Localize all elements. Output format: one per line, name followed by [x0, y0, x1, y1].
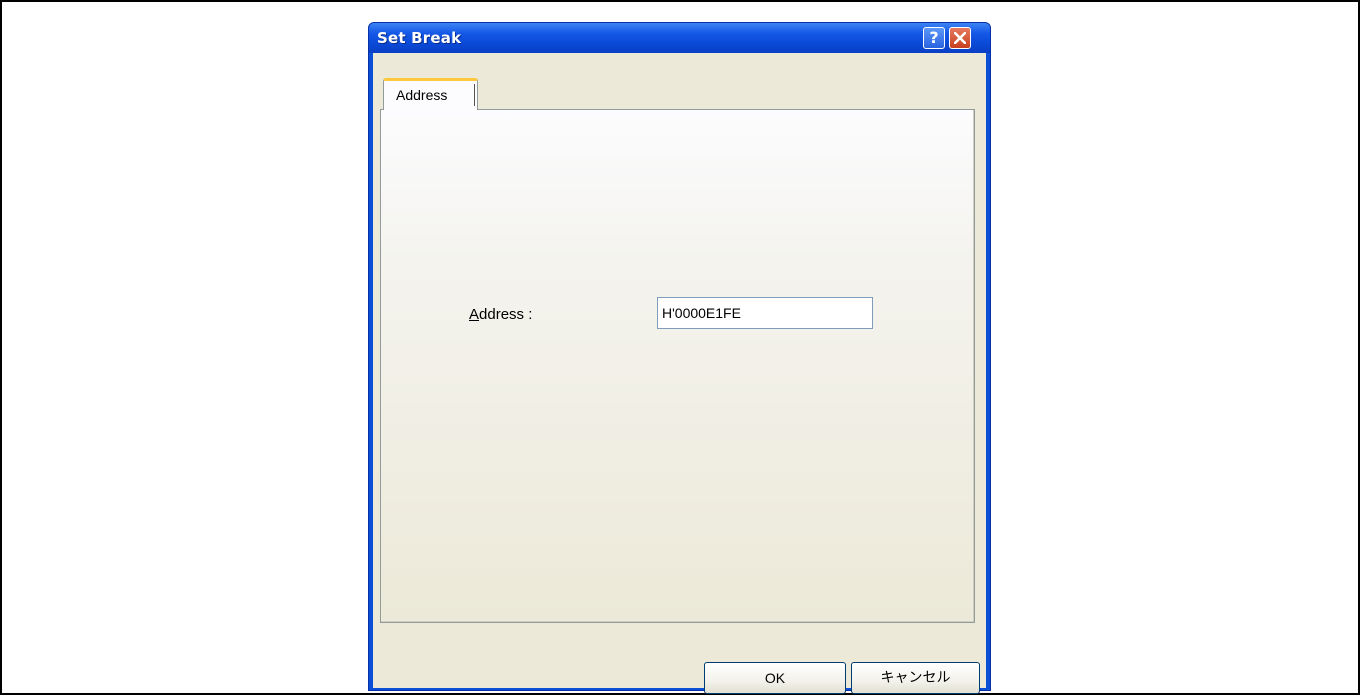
ok-button[interactable]: OK [704, 662, 846, 694]
close-button[interactable] [949, 27, 971, 49]
address-input[interactable] [657, 297, 873, 329]
address-label-hotkey: A [469, 306, 480, 323]
question-mark-icon: ? [929, 28, 939, 47]
address-tab-panel: Address : [380, 109, 975, 623]
tab-address-label: Address [396, 87, 448, 103]
address-label-text: ddress : [479, 306, 533, 323]
help-button[interactable]: ? [923, 27, 945, 49]
dialog-title: Set Break [377, 29, 462, 47]
screenshot-frame: Set Break ? Address Address : OK [0, 0, 1360, 695]
dialog-body: Address Address : OK キャンセル [373, 53, 986, 694]
cancel-button[interactable]: キャンセル [851, 662, 980, 694]
title-bar[interactable]: Set Break ? [369, 23, 990, 53]
set-break-dialog: Set Break ? Address Address : OK [368, 22, 991, 694]
close-x-icon [954, 32, 966, 44]
ok-button-label: OK [764, 670, 786, 686]
tab-address[interactable]: Address [383, 78, 478, 110]
address-label: Address : [469, 306, 532, 323]
cancel-button-label: キャンセル [880, 670, 951, 686]
